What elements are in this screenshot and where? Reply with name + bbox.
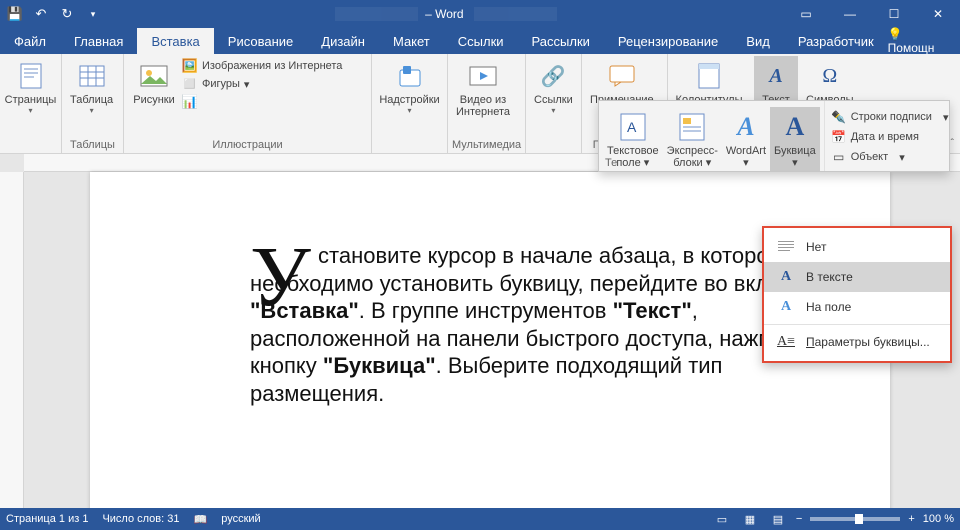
status-bar: Страница 1 из 1 Число слов: 31 📖 русский… [0,508,960,530]
qat-customize-icon[interactable]: ▾ [82,3,104,25]
tab-draw[interactable]: Рисование [214,28,307,54]
tab-home[interactable]: Главная [60,28,137,54]
title-bar: 💾 ↶ ↻ ▾ – Word ▭ — ☐ ✕ [0,0,960,28]
dropcap-letter: У [250,240,311,312]
shapes-icon: ◻️ [182,76,198,92]
smartart-icon: 📊 [182,94,198,110]
textbox-icon: A [617,109,649,145]
view-web-icon[interactable]: ▤ [768,511,788,527]
zoom-out-icon[interactable]: − [796,513,802,525]
dropcap-button[interactable]: A Буквица▾ [770,107,820,171]
dropcap-margin-icon: A [776,298,796,316]
tab-references[interactable]: Ссылки [444,28,518,54]
signature-line-button[interactable]: ✒️Строки подписи ▾ [831,107,949,127]
dropcap-options[interactable]: A≡ Параметры буквицы... [764,327,950,357]
quick-access-toolbar: 💾 ↶ ↻ ▾ [0,3,108,25]
header-footer-icon [693,60,725,92]
minimize-icon[interactable]: — [828,0,872,28]
online-pictures-icon: 🖼️ [182,58,198,74]
signature-icon: ✒️ [831,109,847,125]
status-page[interactable]: Страница 1 из 1 [6,513,88,525]
tab-layout[interactable]: Макет [379,28,444,54]
ribbon-display-icon[interactable]: ▭ [784,0,828,28]
text-group-dropdown: A Текстовоеполе ▾ Экспресс-блоки ▾ A Wor… [598,100,950,172]
close-icon[interactable]: ✕ [916,0,960,28]
maximize-icon[interactable]: ☐ [872,0,916,28]
dropcap-none-icon [776,238,796,256]
tab-view[interactable]: Вид [732,28,784,54]
video-icon [467,60,499,92]
vertical-ruler[interactable] [0,172,24,508]
view-read-icon[interactable]: ▭ [712,511,732,527]
pictures-icon [138,60,170,92]
tab-developer[interactable]: Разработчик [784,28,888,54]
status-language[interactable]: русский [221,513,260,525]
addins-icon [394,60,426,92]
save-icon[interactable]: 💾 [4,3,26,25]
undo-icon[interactable]: ↶ [30,3,52,25]
window-title: – Word [108,7,784,21]
pages-button[interactable]: Страницы ▾ [4,56,57,117]
date-time-button[interactable]: 📅Дата и время [831,127,949,147]
dropcap-options-icon: A≡ [776,333,796,351]
dropcap-in-text[interactable]: A В тексте [764,262,950,292]
link-icon: 🔗 [537,60,569,92]
status-proofing-icon[interactable]: 📖 [194,513,208,526]
links-button[interactable]: 🔗 Ссылки ▾ [530,56,577,117]
tab-file[interactable]: Файл [0,28,60,54]
quickparts-button[interactable]: Экспресс-блоки ▾ [663,107,722,171]
tab-mailings[interactable]: Рассылки [518,28,604,54]
dropcap-in-margin[interactable]: A На поле [764,292,950,322]
addins-button[interactable]: Надстройки ▾ [376,56,443,117]
comment-icon [606,60,638,92]
dropcap-none[interactable]: Нет [764,232,950,262]
pictures-button[interactable]: Рисунки [128,56,180,108]
ribbon-tabs: Файл Главная Вставка Рисование Дизайн Ма… [0,28,960,54]
status-word-count[interactable]: Число слов: 31 [102,513,179,525]
window-controls: ▭ — ☐ ✕ [784,0,960,28]
table-icon [76,60,108,92]
online-pictures-button[interactable]: 🖼️Изображения из Интернета [182,58,364,74]
svg-text:A: A [627,119,637,135]
tab-design[interactable]: Дизайн [307,28,379,54]
view-print-icon[interactable]: ▦ [740,511,760,527]
tab-review[interactable]: Рецензирование [604,28,732,54]
smartart-button[interactable]: 📊 [182,94,364,110]
zoom-level[interactable]: 100 % [923,513,954,525]
online-video-button[interactable]: Видео изИнтернета [452,56,514,120]
table-button[interactable]: Таблица ▾ [66,56,117,117]
object-button[interactable]: ▭Объект ▾ [831,147,949,167]
tab-insert[interactable]: Вставка [137,28,213,54]
omega-icon: Ω [814,60,846,92]
calendar-icon: 📅 [831,129,847,145]
text-icon: A [760,60,792,92]
dropcap-intext-icon: A [776,268,796,286]
quickparts-icon [676,109,708,145]
redo-icon[interactable]: ↻ [56,3,78,25]
zoom-slider[interactable] [810,517,900,521]
page-icon [15,60,47,92]
object-icon: ▭ [831,149,847,165]
zoom-in-icon[interactable]: + [908,513,914,525]
wordart-icon: A [730,109,762,145]
wordart-button[interactable]: A WordArt▾ [722,107,770,171]
shapes-button[interactable]: ◻️Фигуры ▾ [182,76,364,92]
dropcap-menu: Нет A В тексте A На поле A≡ Параметры бу… [762,226,952,363]
dropcap-icon: A [779,109,811,145]
tell-me-icon[interactable]: 💡 Помощн [888,27,950,55]
